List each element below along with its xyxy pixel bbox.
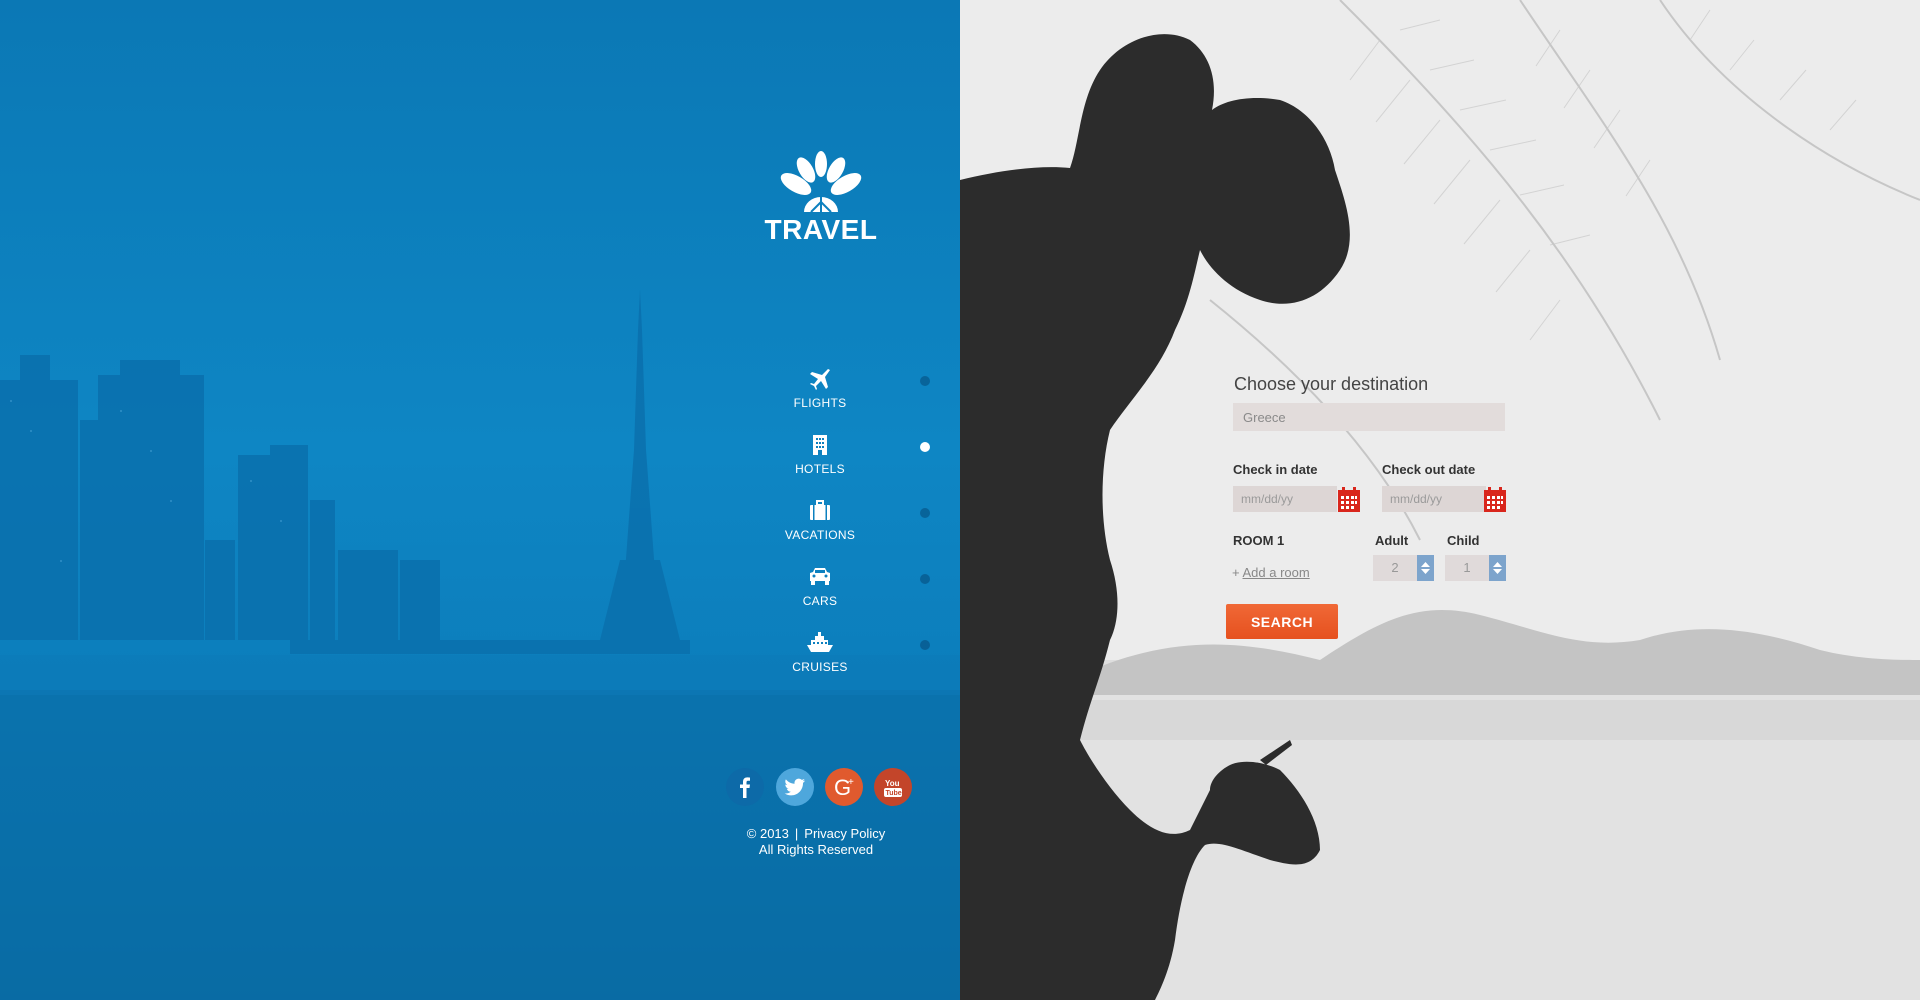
privacy-policy-link[interactable]: Privacy Policy <box>804 826 885 841</box>
checkout-calendar-icon[interactable] <box>1484 486 1506 512</box>
footer-separator: | <box>794 826 799 841</box>
nav-label-flights: FLIGHTS <box>793 396 847 410</box>
facebook-button[interactable] <box>726 768 764 806</box>
form-title: Choose your destination <box>1234 374 1429 394</box>
facebook-icon <box>740 777 750 798</box>
nav-label-cars: CARS <box>802 594 838 608</box>
nav-item-hotels[interactable]: HOTELS <box>760 424 960 490</box>
social-links: G + You Tube <box>726 768 916 808</box>
checkout-date-input[interactable] <box>1382 486 1486 512</box>
child-value: 1 <box>1463 560 1471 575</box>
up-down-arrow-icon <box>1493 562 1502 574</box>
checkin-label: Check in date <box>1233 462 1318 477</box>
brand-name: TRAVEL <box>764 214 878 245</box>
nav-label-hotels: HOTELS <box>795 462 845 476</box>
child-select-arrows <box>1489 555 1506 581</box>
adult-value: 2 <box>1391 560 1399 575</box>
google-plus-icon: G + <box>834 775 854 800</box>
nav-dot-vacations[interactable] <box>920 508 930 518</box>
checkin-date-input[interactable] <box>1233 486 1337 512</box>
svg-text:Tube: Tube <box>886 790 902 797</box>
hotel-building-icon <box>813 435 827 455</box>
main-nav: FLIGHTS HOTELS VACATIONS CARS CRUISES <box>760 358 960 688</box>
rights-text: All Rights Reserved <box>758 842 874 857</box>
child-label: Child <box>1447 533 1480 548</box>
left-panel: TRAVEL FLIGHTS HOTELS VACATIONS CARS CRU… <box>0 0 960 1000</box>
twitter-icon <box>784 778 805 796</box>
nav-item-cruises[interactable]: CRUISES <box>760 622 960 688</box>
svg-text:You: You <box>885 779 900 788</box>
google-plus-button[interactable]: G + <box>825 768 863 806</box>
nav-item-vacations[interactable]: VACATIONS <box>760 490 960 556</box>
youtube-button[interactable]: You Tube <box>874 768 912 806</box>
youtube-icon: You Tube <box>884 779 902 797</box>
add-room-prefix: + <box>1232 565 1240 580</box>
copyright-text: © 2013 <box>746 826 789 841</box>
airplane-icon <box>810 369 830 390</box>
nav-dot-cars[interactable] <box>920 574 930 584</box>
checkin-calendar-icon[interactable] <box>1338 486 1360 512</box>
nav-label-vacations: VACATIONS <box>784 528 856 542</box>
nav-item-cars[interactable]: CARS <box>760 556 960 622</box>
destination-input[interactable] <box>1233 403 1505 431</box>
checkout-label: Check out date <box>1382 462 1476 477</box>
up-down-arrow-icon <box>1421 562 1430 574</box>
adult-select-arrows <box>1417 555 1434 581</box>
adult-label: Adult <box>1375 533 1409 548</box>
brand-logo[interactable]: TRAVEL <box>756 150 886 246</box>
add-room-label: Add a room <box>1242 565 1310 580</box>
suitcase-icon <box>810 500 830 520</box>
palm-logo-icon <box>780 151 862 212</box>
twitter-button[interactable] <box>776 768 814 806</box>
child-select[interactable]: 1 <box>1445 555 1506 581</box>
nav-dot-cruises[interactable] <box>920 640 930 650</box>
car-icon <box>810 568 830 585</box>
svg-text:+: + <box>848 777 854 788</box>
nav-item-flights[interactable]: FLIGHTS <box>760 358 960 424</box>
search-button[interactable]: SEARCH <box>1226 604 1338 639</box>
nav-label-cruises: CRUISES <box>792 660 848 674</box>
nav-dot-hotels-active[interactable] <box>920 442 930 452</box>
cruise-ship-icon <box>807 632 833 652</box>
footer: © 2013 | Privacy Policy All Rights Reserve… <box>716 826 916 858</box>
room-label: ROOM 1 <box>1233 533 1285 548</box>
adult-select[interactable]: 2 <box>1373 555 1434 581</box>
nav-dot-flights[interactable] <box>920 376 930 386</box>
add-room-link[interactable]: + Add a room <box>1232 565 1310 580</box>
